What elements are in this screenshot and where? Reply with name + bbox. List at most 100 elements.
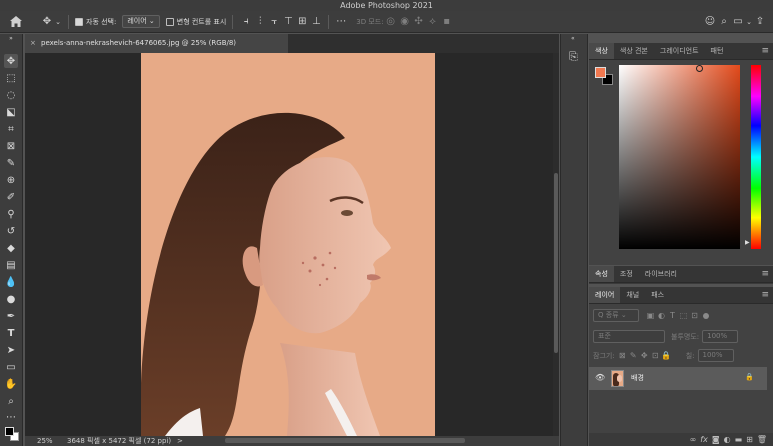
- align-top-icon[interactable]: ⊤: [281, 15, 295, 29]
- lock-artboard-icon[interactable]: ⊡: [650, 351, 661, 360]
- new-group-icon[interactable]: ▬: [735, 435, 743, 444]
- 3d-scale-icon[interactable]: ▪: [440, 15, 454, 29]
- layer-name[interactable]: 배경: [631, 373, 644, 383]
- fill-field[interactable]: 100%: [697, 349, 734, 362]
- gradient-tool-icon[interactable]: ▤: [4, 258, 18, 272]
- tab-paths[interactable]: 패스: [645, 287, 670, 303]
- collapse-icon[interactable]: »: [4, 35, 18, 42]
- lock-transparent-icon[interactable]: ⊠: [617, 351, 628, 360]
- color-swatches[interactable]: [595, 67, 613, 85]
- pen-tool-icon[interactable]: ✒: [4, 309, 18, 323]
- delete-layer-icon[interactable]: 🗑: [757, 435, 767, 444]
- healing-brush-tool-icon[interactable]: ⊕: [4, 173, 18, 187]
- add-mask-icon[interactable]: ◙: [712, 435, 720, 444]
- panel-menu-icon[interactable]: ≡: [757, 266, 773, 282]
- new-adjustment-icon[interactable]: ◐: [724, 435, 731, 444]
- history-brush-tool-icon[interactable]: ↺: [4, 224, 18, 238]
- canvas-vertical-scrollbar[interactable]: [553, 53, 559, 436]
- lasso-tool-icon[interactable]: ◌: [4, 88, 18, 102]
- crop-tool-icon[interactable]: ⌗: [4, 122, 18, 136]
- move-tool-preset-icon[interactable]: ✥: [40, 15, 54, 29]
- horizontal-scroll-thumb[interactable]: [225, 438, 465, 443]
- clone-stamp-tool-icon[interactable]: ⚲: [4, 207, 18, 221]
- home-icon[interactable]: [8, 15, 24, 29]
- chevron-down-icon[interactable]: ⌄: [745, 15, 753, 29]
- tab-channels[interactable]: 채널: [620, 287, 645, 303]
- tab-layers[interactable]: 레이어: [589, 287, 621, 303]
- tab-properties[interactable]: 속성: [589, 266, 614, 282]
- align-center-icon[interactable]: ⫶: [253, 15, 267, 29]
- 3d-roll-icon[interactable]: ◉: [398, 15, 412, 29]
- path-selection-tool-icon[interactable]: ➤: [4, 343, 18, 357]
- blend-mode-dropdown[interactable]: 표준: [593, 330, 665, 343]
- filter-pixel-icon[interactable]: ▣: [645, 311, 656, 320]
- history-panel-icon[interactable]: ⎘: [569, 50, 578, 64]
- canvas-area[interactable]: [25, 53, 559, 436]
- 3d-pan-icon[interactable]: ✣: [412, 15, 426, 29]
- foreground-background-swatch[interactable]: [4, 426, 20, 442]
- hue-slider[interactable]: ▶: [745, 65, 761, 249]
- align-bottom-icon[interactable]: ⊥: [309, 15, 323, 29]
- zoom-tool-icon[interactable]: ⌕: [4, 394, 18, 408]
- status-arrow-icon[interactable]: >: [177, 436, 183, 446]
- share-icon[interactable]: ⇪: [753, 15, 767, 29]
- collapse-panels-icon[interactable]: «: [571, 35, 575, 42]
- 3d-slide-icon[interactable]: ⟡: [426, 15, 440, 29]
- rectangle-tool-icon[interactable]: ▭: [4, 360, 18, 374]
- align-right-icon[interactable]: ⫟: [267, 15, 281, 29]
- type-tool-icon[interactable]: T: [4, 326, 18, 340]
- auto-select-dropdown[interactable]: 레이어 ⌄: [122, 15, 160, 28]
- eyedropper-tool-icon[interactable]: ✎: [4, 156, 18, 170]
- distribute-icon[interactable]: ⋯: [334, 15, 348, 29]
- frame-tool-icon[interactable]: ⊠: [4, 139, 18, 153]
- close-tab-icon[interactable]: ×: [30, 34, 36, 53]
- hand-tool-icon[interactable]: ✋: [4, 377, 18, 391]
- filter-type-icon[interactable]: T: [667, 311, 678, 320]
- filter-shape-icon[interactable]: ⬚: [678, 311, 689, 320]
- zoom-level[interactable]: 25%: [37, 436, 53, 446]
- workspace-icon[interactable]: ▭: [731, 15, 745, 29]
- tab-swatches[interactable]: 색상 견본: [614, 43, 654, 59]
- align-left-icon[interactable]: ⫞: [239, 15, 253, 29]
- auto-select-checkbox[interactable]: [75, 17, 83, 26]
- color-field[interactable]: [619, 65, 740, 249]
- lock-all-icon[interactable]: 🔒: [661, 351, 672, 360]
- transform-controls-checkbox[interactable]: [165, 17, 174, 26]
- filter-adjustment-icon[interactable]: ◐: [656, 311, 667, 320]
- filter-smart-object-icon[interactable]: ⊡: [689, 311, 700, 320]
- object-selection-tool-icon[interactable]: ⬕: [4, 105, 18, 119]
- search-icon[interactable]: ⌕: [717, 15, 731, 29]
- more-tools-icon[interactable]: ⋯: [4, 410, 18, 424]
- hue-slider-arrow-icon[interactable]: ▶: [745, 239, 750, 246]
- layer-filter-kind[interactable]: Q 종류 ⌄: [593, 309, 639, 322]
- document-tab[interactable]: × pexels-anna-nekrashevich-6476065.jpg @…: [25, 34, 288, 53]
- tab-libraries[interactable]: 라이브러리: [639, 266, 683, 282]
- foreground-swatch[interactable]: [5, 427, 14, 436]
- link-layers-icon[interactable]: ∞: [690, 435, 697, 444]
- learn-icon[interactable]: ☺: [703, 15, 717, 29]
- layer-style-icon[interactable]: fx: [700, 435, 708, 444]
- opacity-field[interactable]: 100%: [702, 330, 739, 343]
- tab-color[interactable]: 색상: [589, 43, 614, 59]
- filter-toggle-icon[interactable]: [703, 312, 709, 319]
- blur-tool-icon[interactable]: 💧: [4, 275, 18, 289]
- lock-position-icon[interactable]: ✥: [639, 351, 650, 360]
- eye-icon[interactable]: 👁: [595, 373, 605, 382]
- eraser-tool-icon[interactable]: ◆: [4, 241, 18, 255]
- vertical-scroll-thumb[interactable]: [554, 173, 558, 353]
- panel-menu-icon[interactable]: ≡: [757, 43, 773, 59]
- panel-menu-icon[interactable]: ≡: [757, 287, 773, 303]
- chevron-down-icon[interactable]: ⌄: [54, 15, 62, 29]
- foreground-color-swatch[interactable]: [595, 67, 606, 78]
- marquee-tool-icon[interactable]: ⬚: [4, 71, 18, 85]
- tab-patterns[interactable]: 패턴: [705, 43, 730, 59]
- new-layer-icon[interactable]: ⊞: [746, 435, 753, 444]
- lock-pixels-icon[interactable]: ✎: [628, 351, 639, 360]
- lock-icon[interactable]: 🔒: [745, 373, 754, 381]
- brush-tool-icon[interactable]: ✐: [4, 190, 18, 204]
- color-picker-cursor[interactable]: [696, 65, 703, 72]
- tab-gradients[interactable]: 그레이디언트: [654, 43, 705, 59]
- align-middle-icon[interactable]: ⊞: [295, 15, 309, 29]
- dodge-tool-icon[interactable]: ●: [4, 292, 18, 306]
- 3d-orbit-icon[interactable]: ◎: [384, 15, 398, 29]
